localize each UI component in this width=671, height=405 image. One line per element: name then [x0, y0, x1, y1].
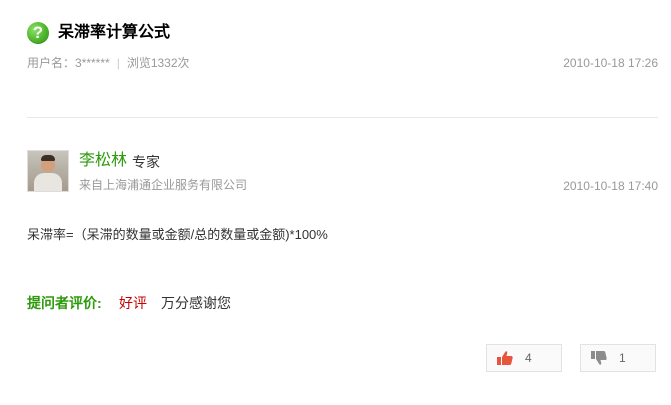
answer-timestamp: 2010-10-18 17:40	[563, 179, 658, 193]
downvote-button[interactable]: 1	[580, 344, 656, 372]
question-title: 呆滞率计算公式	[58, 24, 171, 41]
section-divider	[27, 117, 658, 118]
answer-content: 呆滞率=（呆滞的数量或金额/总的数量或金额)*100%	[27, 227, 328, 242]
evaluation-label: 提问者评价:	[27, 295, 102, 311]
expert-name-link[interactable]: 李松林	[79, 151, 127, 171]
view-count: 浏览1332次	[126, 56, 190, 70]
downvote-count: 1	[619, 351, 626, 365]
question-meta: 用户名：3****** | 浏览1332次	[27, 55, 190, 71]
question-mark-icon: ?	[27, 22, 49, 44]
avatar-body	[34, 173, 62, 191]
expert-organization: 来自上海浦通企业服务有限公司	[79, 178, 248, 192]
expert-role-badge: 专家	[132, 154, 160, 170]
thumbs-up-icon	[497, 351, 513, 365]
avatar-hair	[41, 155, 55, 161]
evaluation-rating: 好评	[119, 295, 147, 311]
asker-username: 用户名：3******	[27, 56, 110, 70]
meta-separator: |	[116, 56, 120, 70]
question-timestamp: 2010-10-18 17:26	[563, 56, 658, 70]
thumbs-down-icon	[591, 351, 607, 365]
upvote-button[interactable]: 4	[486, 344, 562, 372]
upvote-count: 4	[525, 351, 532, 365]
expert-avatar[interactable]	[27, 150, 69, 192]
evaluation-comment: 万分感谢您	[161, 295, 231, 311]
